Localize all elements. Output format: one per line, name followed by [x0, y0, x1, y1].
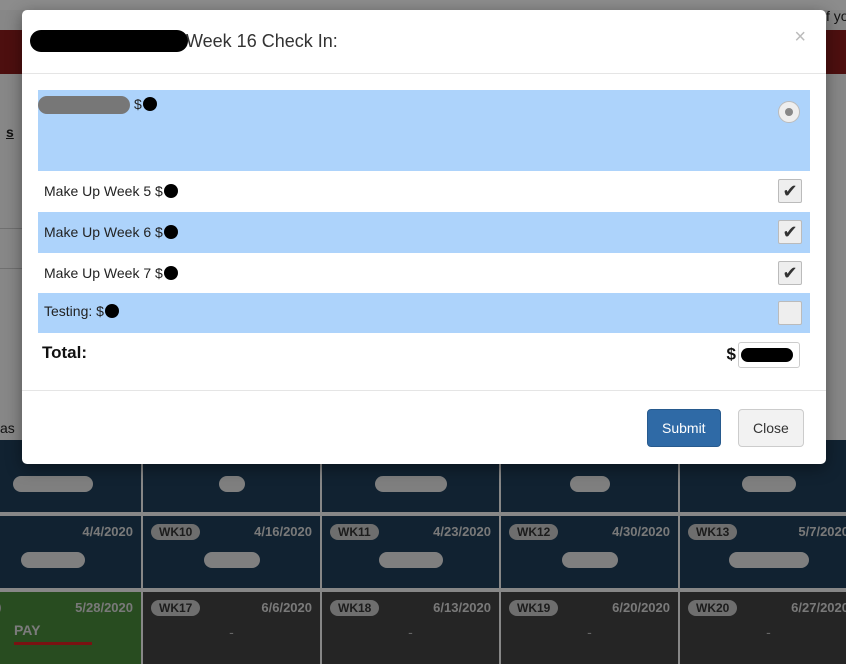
- fee-row-makeup-5[interactable]: Make Up Week 5 $ ✔: [38, 171, 810, 212]
- fee-label: Make Up Week 7 $: [44, 265, 163, 281]
- redacted-class-name: [38, 96, 130, 114]
- modal-title: Week 16 Check In:: [186, 31, 338, 51]
- redacted-amount: [104, 304, 119, 318]
- fee-row-makeup-6[interactable]: Make Up Week 6 $ ✔: [38, 212, 810, 253]
- redacted-total-field: [738, 342, 800, 368]
- testing-checkbox[interactable]: [778, 301, 802, 325]
- redacted-student-name: [30, 30, 188, 52]
- fee-label: $: [134, 96, 142, 112]
- total-currency: $: [726, 344, 736, 364]
- total-value: $: [727, 342, 800, 368]
- close-button[interactable]: Close: [738, 409, 804, 447]
- fee-row-testing[interactable]: Testing: $: [38, 293, 810, 333]
- modal-header: Week 16 Check In: ×: [22, 10, 826, 74]
- modal-footer-divider: [22, 390, 826, 391]
- class-radio[interactable]: [778, 101, 800, 123]
- fee-label: Make Up Week 5 $: [44, 183, 163, 199]
- redacted-amount: [163, 266, 178, 280]
- redacted-amount: [163, 184, 178, 198]
- fee-row-class[interactable]: $: [38, 90, 810, 171]
- redacted-amount: [163, 225, 178, 239]
- makeup-7-checkbox[interactable]: ✔: [778, 261, 802, 285]
- redacted-amount: [142, 97, 157, 111]
- close-icon[interactable]: ×: [794, 26, 806, 49]
- fee-row-makeup-7[interactable]: Make Up Week 7 $ ✔: [38, 253, 810, 293]
- submit-button[interactable]: Submit: [647, 409, 721, 447]
- total-label: Total:: [42, 343, 88, 362]
- fee-label: Make Up Week 6 $: [44, 224, 163, 240]
- fee-label: Testing: $: [44, 303, 104, 319]
- makeup-5-checkbox[interactable]: ✔: [778, 179, 802, 203]
- check-in-modal: Week 16 Check In: × $ Make Up Week 5 $ ✔…: [22, 10, 826, 464]
- makeup-6-checkbox[interactable]: ✔: [778, 220, 802, 244]
